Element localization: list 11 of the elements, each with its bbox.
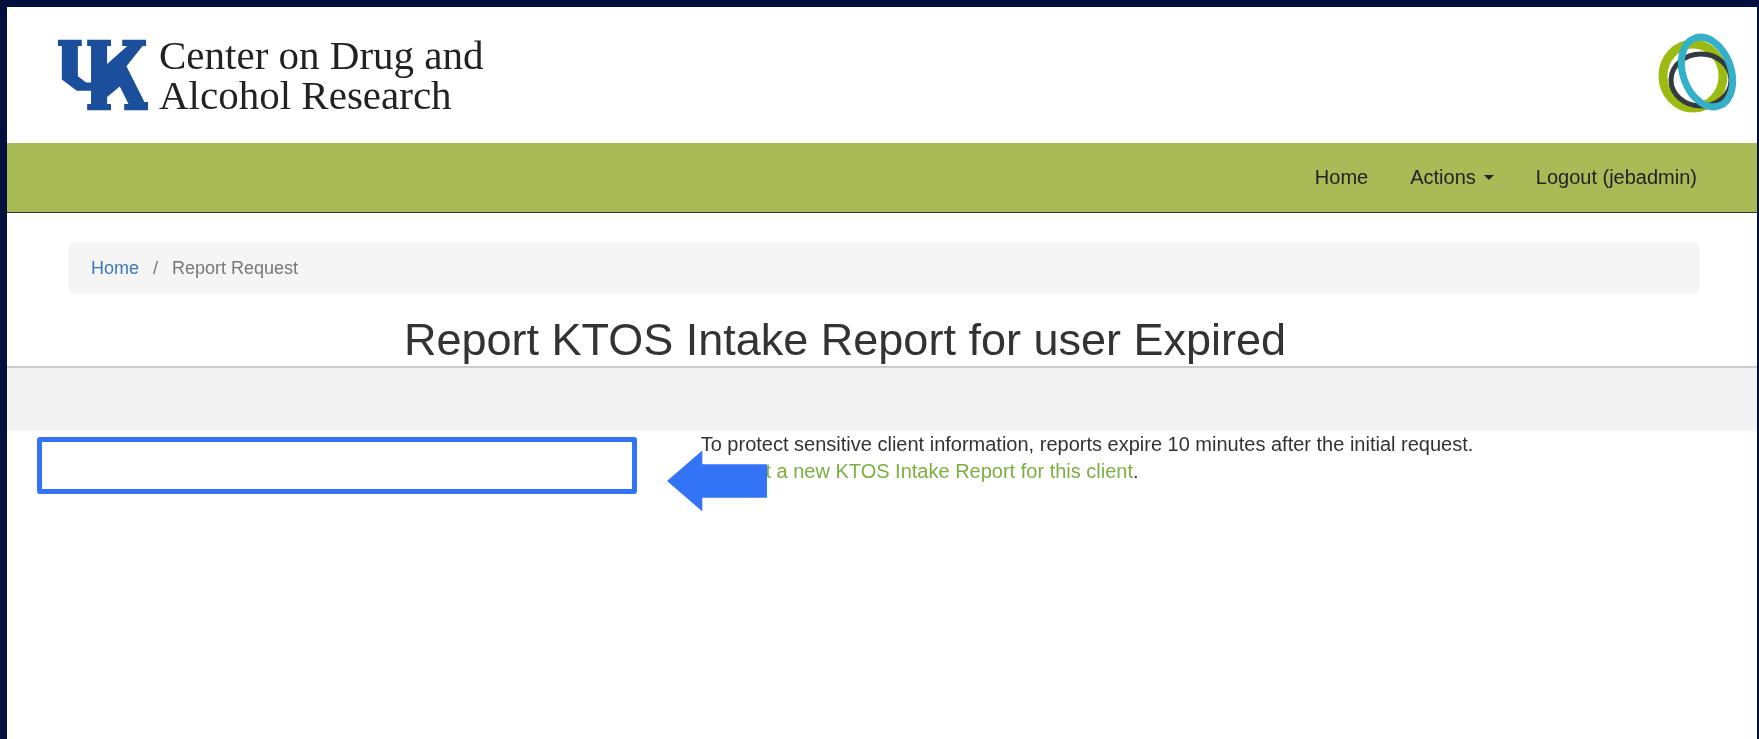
university-logo-icon xyxy=(55,37,149,113)
link-period: . xyxy=(1133,460,1139,482)
nav-dropdown[interactable]: Actions xyxy=(1410,166,1494,189)
organization-name: Center on Drug and Alcohol Research xyxy=(159,35,484,115)
breadcrumb-current: Report Request xyxy=(172,257,299,279)
nav-link[interactable]: Logout (jebadmin) xyxy=(1535,166,1697,189)
breadcrumb-link[interactable]: Home xyxy=(91,257,139,279)
nav-link[interactable]: Home xyxy=(1314,166,1369,189)
expiry-message: To protect sensitive client information, reports expire 10 minutes after the initial request. xyxy=(699,432,1475,457)
breadcrumb-separator: / xyxy=(153,257,159,279)
page-heading: Report KTOS Intake Report for user Expired xyxy=(403,314,1287,366)
